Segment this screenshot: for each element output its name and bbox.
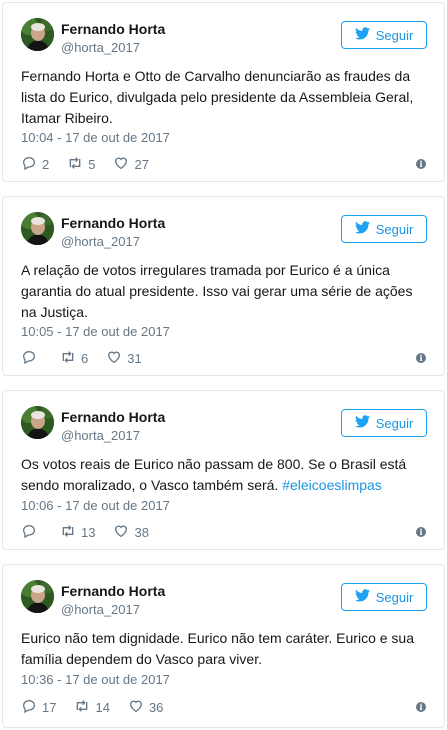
like-count: 31 (127, 351, 142, 366)
tweet-actions: 17 14 36 (21, 698, 181, 717)
reply-icon (21, 349, 37, 368)
tweet-text: Fernando Horta e Otto de Carvalho denunc… (21, 66, 428, 129)
tweet-text: Eurico não tem dignidade. Eurico não tem… (21, 628, 428, 670)
tweet-card: Fernando Horta @horta_2017 Seguir Fernan… (2, 2, 445, 182)
author-handle[interactable]: @horta_2017 (61, 234, 140, 249)
tweet-timestamp[interactable]: 10:04 - 17 de out de 2017 (21, 130, 170, 145)
retweet-icon (74, 698, 90, 717)
follow-button[interactable]: Seguir (341, 409, 427, 437)
author-handle[interactable]: @horta_2017 (61, 602, 140, 617)
retweet-button[interactable]: 6 (60, 349, 88, 368)
retweet-count: 5 (88, 157, 96, 172)
hashtag-link[interactable]: #eleicoeslimpas (282, 477, 382, 493)
retweet-count: 14 (95, 700, 110, 715)
follow-button[interactable]: Seguir (341, 215, 427, 243)
follow-button[interactable]: Seguir (341, 583, 427, 611)
retweet-icon (60, 349, 76, 368)
author-name[interactable]: Fernando Horta (61, 409, 165, 425)
tweet-actions: 6 31 (21, 349, 160, 368)
like-button[interactable]: 36 (128, 698, 163, 717)
twitter-bird-icon (354, 221, 370, 237)
retweet-button[interactable]: 5 (67, 155, 95, 174)
retweet-button[interactable]: 14 (74, 698, 110, 717)
tweet-timestamp[interactable]: 10:36 - 17 de out de 2017 (21, 672, 170, 687)
reply-count: 2 (42, 157, 50, 172)
info-icon[interactable]: i (416, 159, 426, 169)
follow-label: Seguir (375, 415, 414, 431)
heart-icon (113, 155, 129, 174)
follow-button[interactable]: Seguir (341, 21, 427, 49)
tweet-card: Fernando Horta @horta_2017 Seguir Eurico… (2, 564, 445, 728)
heart-icon (113, 523, 129, 542)
retweet-button[interactable]: 13 (60, 523, 95, 542)
like-count: 36 (148, 700, 164, 715)
reply-button[interactable]: 2 (21, 155, 49, 174)
like-button[interactable]: 31 (106, 349, 142, 368)
avatar[interactable] (21, 212, 54, 245)
reply-icon (21, 155, 37, 174)
retweet-count: 6 (81, 351, 89, 366)
avatar[interactable] (21, 18, 54, 51)
info-icon[interactable]: i (416, 702, 426, 712)
like-count: 38 (134, 525, 149, 540)
author-handle[interactable]: @horta_2017 (61, 428, 140, 443)
tweet-card: Fernando Horta @horta_2017 Seguir Os vot… (2, 390, 445, 550)
tweet-actions: 2 5 27 (21, 155, 167, 174)
heart-icon (106, 349, 122, 368)
retweet-icon (67, 155, 83, 174)
reply-button[interactable] (21, 349, 42, 368)
tweet-text: Os votos reais de Eurico não passam de 8… (21, 454, 428, 496)
retweet-icon (60, 523, 76, 542)
follow-label: Seguir (375, 589, 414, 605)
tweet-timestamp[interactable]: 10:05 - 17 de out de 2017 (21, 324, 170, 339)
tweet-body: Fernando Horta e Otto de Carvalho denunc… (21, 68, 414, 126)
author-name[interactable]: Fernando Horta (61, 21, 165, 37)
tweet-body: Eurico não tem dignidade. Eurico não tem… (21, 630, 414, 667)
avatar[interactable] (21, 406, 54, 439)
tweet-card: Fernando Horta @horta_2017 Seguir A rela… (2, 196, 445, 376)
reply-button[interactable]: 17 (21, 698, 56, 717)
like-count: 27 (134, 157, 149, 172)
info-icon[interactable]: i (416, 527, 426, 537)
info-icon[interactable]: i (416, 353, 426, 363)
like-button[interactable]: 38 (113, 523, 149, 542)
author-name[interactable]: Fernando Horta (61, 583, 165, 599)
author-handle[interactable]: @horta_2017 (61, 40, 140, 55)
reply-button[interactable] (21, 523, 42, 542)
tweet-body: A relação de votos irregulares tramada p… (21, 262, 413, 320)
reply-icon (21, 523, 37, 542)
avatar[interactable] (21, 580, 54, 613)
follow-label: Seguir (375, 27, 414, 43)
retweet-count: 13 (81, 525, 96, 540)
twitter-bird-icon (354, 589, 370, 605)
tweet-text: A relação de votos irregulares tramada p… (21, 260, 428, 323)
reply-icon (21, 698, 37, 717)
reply-count: 17 (42, 700, 57, 715)
tweet-timestamp[interactable]: 10:06 - 17 de out de 2017 (21, 498, 170, 513)
like-button[interactable]: 27 (113, 155, 149, 174)
twitter-bird-icon (354, 415, 370, 431)
author-name[interactable]: Fernando Horta (61, 215, 165, 231)
tweet-actions: 13 38 (21, 523, 167, 542)
twitter-bird-icon (354, 27, 370, 43)
heart-icon (128, 698, 144, 717)
follow-label: Seguir (375, 221, 414, 237)
